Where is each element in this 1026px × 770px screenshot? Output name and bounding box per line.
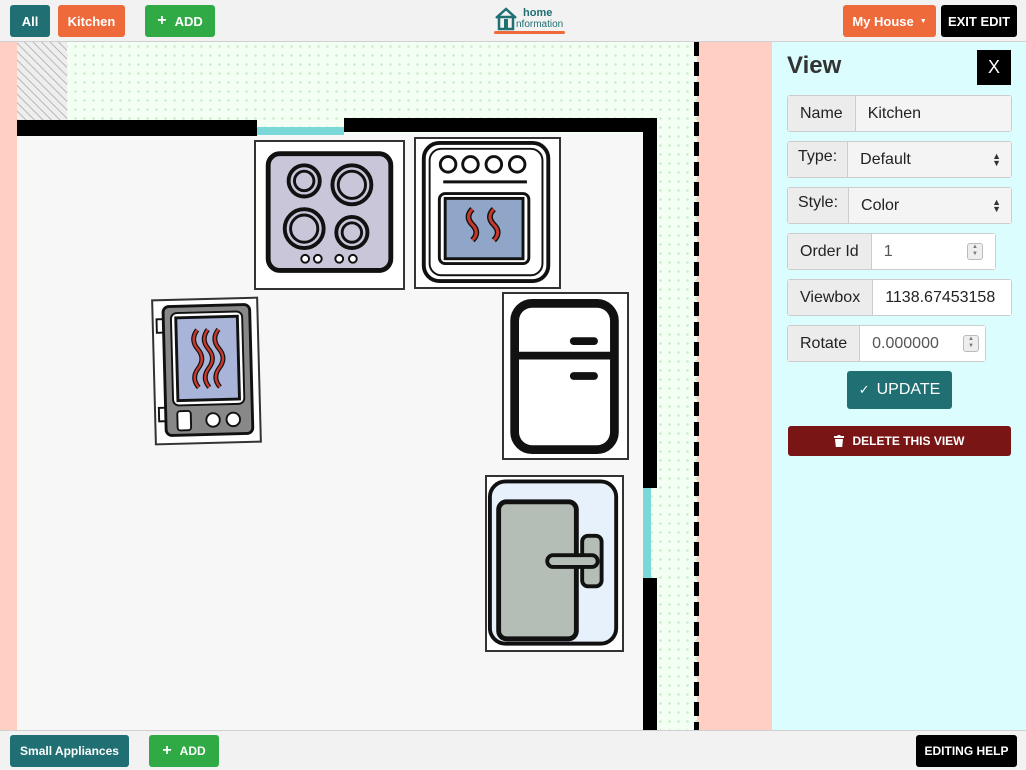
property-line [694, 42, 699, 730]
plus-icon: + [162, 742, 172, 759]
home-information-logo[interactable]: home nformation [494, 5, 566, 35]
hatched-area [17, 42, 67, 120]
add-view-button-label: ADD [174, 13, 203, 29]
small-appliances-label: Small Appliances [20, 744, 119, 758]
close-label: X [987, 57, 1000, 77]
style-select-value: Color [861, 196, 900, 214]
type-field: Type: Default ▲ ▼ [787, 141, 1012, 178]
editing-help-button[interactable]: EDITING HELP [916, 735, 1017, 767]
delete-view-label: DELETE THIS VIEW [852, 434, 965, 448]
check-icon: ✓ [858, 382, 870, 397]
trash-icon [834, 435, 845, 447]
bottom-toolbar: Small Appliances + ADD EDITING HELP [0, 730, 1026, 770]
top-toolbar: All Kitchen + ADD home nformation My Hou… [0, 0, 1026, 42]
type-select[interactable]: Default ▲ ▼ [848, 142, 1011, 177]
update-button[interactable]: ✓ UPDATE [847, 371, 952, 409]
update-button-label: UPDATE [876, 381, 941, 398]
rotate-label: Rotate [788, 326, 861, 361]
exit-edit-label: EXIT EDIT [947, 13, 1011, 29]
all-button[interactable]: All [10, 5, 50, 37]
viewbox-input[interactable]: 1138.67453158 [873, 280, 1011, 315]
cooktop-icon [265, 151, 394, 273]
rotate-input[interactable]: 0.000000 ▲ ▼ [860, 326, 985, 361]
select-arrows-icon: ▲ ▼ [992, 197, 1001, 214]
my-house-dropdown[interactable]: My House ▼ [843, 5, 936, 37]
style-select[interactable]: Color ▲ ▼ [849, 188, 1011, 223]
oven[interactable] [414, 137, 561, 289]
select-arrows-icon: ▲ ▼ [992, 151, 1001, 168]
logo-text-information: nformation [516, 19, 564, 30]
oven-icon [421, 141, 551, 284]
floor-plan-canvas[interactable] [0, 42, 772, 730]
toaster-oven[interactable] [151, 296, 262, 446]
add-item-label: ADD [179, 744, 206, 758]
dishwasher[interactable] [485, 475, 624, 652]
add-item-button[interactable]: + ADD [149, 735, 219, 767]
kitchen-button[interactable]: Kitchen [58, 5, 125, 37]
style-field: Style: Color ▲ ▼ [787, 187, 1012, 224]
refrigerator-icon [510, 299, 619, 454]
delete-view-button[interactable]: DELETE THIS VIEW [788, 426, 1011, 456]
editing-help-label: EDITING HELP [924, 744, 1009, 758]
panel-title: View [787, 52, 842, 79]
refrigerator[interactable] [502, 292, 629, 460]
viewbox-field: Viewbox 1138.67453158 [787, 279, 1012, 316]
home-logo-icon [495, 7, 517, 31]
type-select-value: Default [860, 150, 911, 168]
window-right[interactable] [643, 488, 651, 578]
all-button-label: All [21, 13, 39, 29]
plus-icon: + [157, 12, 167, 29]
order-id-field: Order Id 1 ▲ ▼ [787, 233, 996, 270]
order-id-input[interactable]: 1 ▲ ▼ [871, 234, 995, 269]
spinner-icon[interactable]: ▲ ▼ [963, 335, 979, 352]
order-id-value: 1 [883, 242, 893, 260]
name-field: Name Kitchen [787, 95, 1012, 132]
cooktop[interactable] [254, 140, 405, 290]
wall-right-lower[interactable] [643, 578, 657, 730]
style-label: Style: [788, 188, 850, 223]
rotate-value: 0.000000 [872, 334, 939, 352]
toaster-oven-icon [155, 303, 255, 437]
kitchen-button-label: Kitchen [67, 13, 116, 29]
spinner-icon[interactable]: ▲ ▼ [967, 243, 983, 260]
small-appliances-button[interactable]: Small Appliances [10, 735, 129, 767]
dishwasher-icon [487, 479, 619, 646]
add-view-button[interactable]: + ADD [145, 5, 215, 37]
name-input[interactable]: Kitchen [855, 96, 1011, 131]
logo-underline [494, 31, 565, 34]
caret-down-icon: ▼ [919, 17, 927, 25]
my-house-label: My House [852, 13, 914, 29]
order-id-label: Order Id [788, 234, 872, 269]
wall-top-left[interactable] [17, 120, 257, 136]
wall-top-right[interactable] [344, 118, 657, 132]
rotate-field: Rotate 0.000000 ▲ ▼ [787, 325, 986, 362]
logo-text-home: home [523, 7, 553, 19]
exit-edit-button[interactable]: EXIT EDIT [941, 5, 1017, 37]
type-label: Type: [788, 142, 849, 177]
wall-right-upper[interactable] [643, 118, 657, 488]
view-edit-panel: View X Name Kitchen Type: Default ▲ ▼ Sty… [772, 42, 1026, 730]
close-panel-button[interactable]: X [977, 50, 1011, 85]
viewbox-label: Viewbox [788, 280, 874, 315]
name-label: Name [788, 96, 856, 131]
window-top[interactable] [257, 127, 344, 135]
